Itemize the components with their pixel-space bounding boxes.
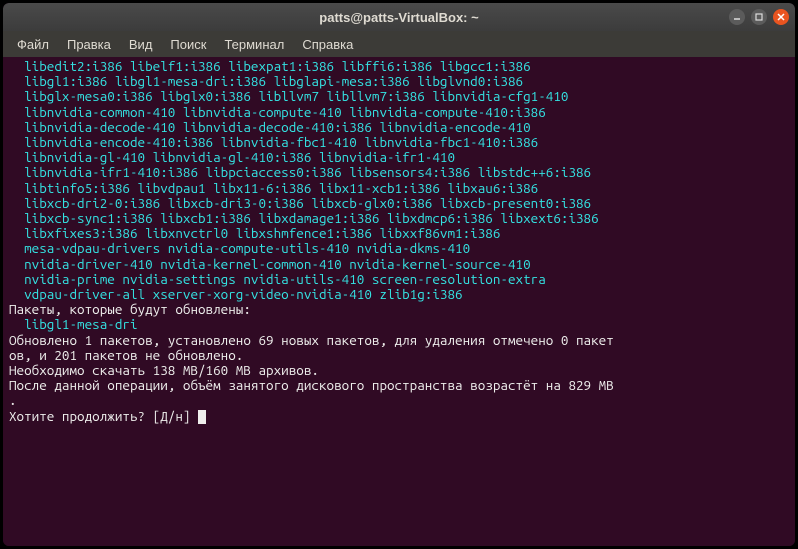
menubar: Файл Правка Вид Поиск Терминал Справка (3, 31, 795, 57)
menu-help[interactable]: Справка (294, 34, 361, 55)
disk-line-2: . (9, 392, 17, 408)
summary-line-1: Обновлено 1 пакетов, установлено 69 новы… (9, 332, 614, 348)
update-header: Пакеты, которые будут обновлены: (9, 301, 251, 317)
terminal-window: patts@patts-VirtualBox: ~ Файл Правка Ви… (3, 3, 795, 546)
titlebar: patts@patts-VirtualBox: ~ (3, 3, 795, 31)
menu-search[interactable]: Поиск (162, 34, 214, 55)
maximize-button[interactable] (751, 9, 767, 25)
disk-line-1: После данной операции, объём занятого ди… (9, 377, 614, 393)
menu-view[interactable]: Вид (121, 34, 161, 55)
summary-line-2: ов, и 201 пакетов не обновлено. (9, 347, 243, 363)
update-package: libgl1-mesa-dri (9, 316, 138, 332)
continue-prompt: Хотите продолжить? [Д/н] (9, 408, 198, 424)
menu-file[interactable]: Файл (9, 34, 57, 55)
window-title: patts@patts-VirtualBox: ~ (319, 10, 478, 25)
minimize-button[interactable] (729, 9, 745, 25)
terminal-output[interactable]: libedit2:i386 libelf1:i386 libexpat1:i38… (3, 57, 795, 546)
window-controls (729, 9, 789, 25)
close-button[interactable] (773, 9, 789, 25)
package-list: libedit2:i386 libelf1:i386 libexpat1:i38… (9, 58, 599, 302)
download-line: Необходимо скачать 138 MB/160 MB архивов… (9, 362, 319, 378)
menu-edit[interactable]: Правка (59, 34, 119, 55)
cursor (198, 410, 206, 424)
menu-terminal[interactable]: Терминал (216, 34, 292, 55)
